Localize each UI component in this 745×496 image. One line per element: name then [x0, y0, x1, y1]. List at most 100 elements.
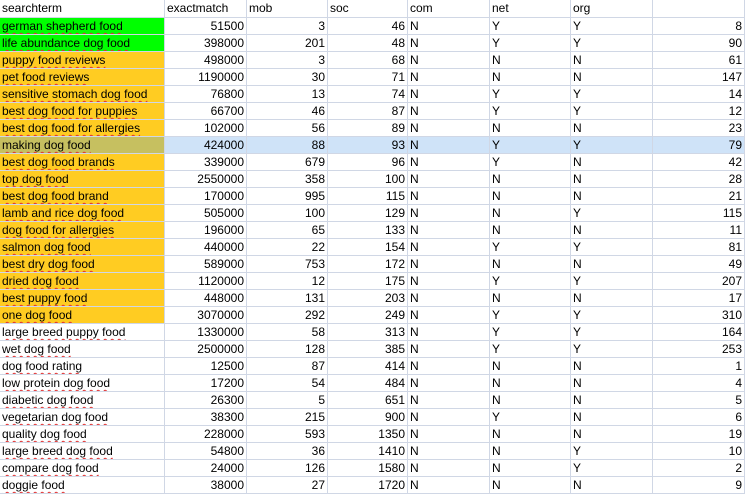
- net-cell[interactable]: N: [490, 477, 571, 494]
- exactmatch-cell[interactable]: 76800: [165, 86, 247, 103]
- exactmatch-cell[interactable]: 1190000: [165, 69, 247, 86]
- mob-cell[interactable]: 22: [247, 239, 328, 256]
- value-cell[interactable]: 42: [653, 154, 745, 171]
- com-cell[interactable]: N: [408, 35, 490, 52]
- searchterm-cell[interactable]: dog food for allergies: [0, 222, 165, 239]
- com-cell[interactable]: N: [408, 409, 490, 426]
- mob-cell[interactable]: 593: [247, 426, 328, 443]
- mob-cell[interactable]: 100: [247, 205, 328, 222]
- net-cell[interactable]: Y: [490, 341, 571, 358]
- mob-cell[interactable]: 679: [247, 154, 328, 171]
- org-cell[interactable]: Y: [571, 205, 653, 222]
- table-row[interactable]: pet food reviews 1190000 30 71 N N N 147: [0, 69, 745, 86]
- com-cell[interactable]: N: [408, 205, 490, 222]
- mob-cell[interactable]: 5: [247, 392, 328, 409]
- mob-cell[interactable]: 36: [247, 443, 328, 460]
- com-cell[interactable]: N: [408, 103, 490, 120]
- net-cell[interactable]: N: [490, 205, 571, 222]
- soc-cell[interactable]: 115: [328, 188, 408, 205]
- com-cell[interactable]: N: [408, 477, 490, 494]
- table-row[interactable]: salmon dog food 440000 22 154 N Y Y 81: [0, 239, 745, 256]
- net-cell[interactable]: N: [490, 443, 571, 460]
- soc-cell[interactable]: 1410: [328, 443, 408, 460]
- net-cell[interactable]: N: [490, 375, 571, 392]
- soc-cell[interactable]: 89: [328, 120, 408, 137]
- column-header-exactmatch[interactable]: exactmatch: [165, 0, 247, 18]
- searchterm-cell[interactable]: pet food reviews: [0, 69, 165, 86]
- table-row[interactable]: compare dog food 24000 126 1580 N N Y 2: [0, 460, 745, 477]
- table-row[interactable]: dried dog food 1120000 12 175 N Y Y 207: [0, 273, 745, 290]
- soc-cell[interactable]: 385: [328, 341, 408, 358]
- table-row[interactable]: low protein dog food 17200 54 484 N N N 4: [0, 375, 745, 392]
- soc-cell[interactable]: 175: [328, 273, 408, 290]
- table-row[interactable]: sensitive stomach dog food 76800 13 74 N Y Y 14: [0, 86, 745, 103]
- value-cell[interactable]: 147: [653, 69, 745, 86]
- value-cell[interactable]: 207: [653, 273, 745, 290]
- com-cell[interactable]: N: [408, 52, 490, 69]
- exactmatch-cell[interactable]: 448000: [165, 290, 247, 307]
- value-cell[interactable]: 23: [653, 120, 745, 137]
- mob-cell[interactable]: 27: [247, 477, 328, 494]
- value-cell[interactable]: 28: [653, 171, 745, 188]
- table-row[interactable]: german shepherd food 51500 3 46 N Y Y 8: [0, 18, 745, 35]
- mob-cell[interactable]: 46: [247, 103, 328, 120]
- searchterm-cell[interactable]: making dog food: [0, 137, 165, 154]
- net-cell[interactable]: Y: [490, 324, 571, 341]
- net-cell[interactable]: N: [490, 392, 571, 409]
- searchterm-cell[interactable]: sensitive stomach dog food: [0, 86, 165, 103]
- com-cell[interactable]: N: [408, 171, 490, 188]
- com-cell[interactable]: N: [408, 460, 490, 477]
- exactmatch-cell[interactable]: 38300: [165, 409, 247, 426]
- net-cell[interactable]: Y: [490, 86, 571, 103]
- searchterm-cell[interactable]: best dog food brands: [0, 154, 165, 171]
- soc-cell[interactable]: 249: [328, 307, 408, 324]
- com-cell[interactable]: N: [408, 426, 490, 443]
- searchterm-cell[interactable]: vegetarian dog food: [0, 409, 165, 426]
- value-cell[interactable]: 8: [653, 18, 745, 35]
- mob-cell[interactable]: 58: [247, 324, 328, 341]
- com-cell[interactable]: N: [408, 392, 490, 409]
- value-cell[interactable]: 61: [653, 52, 745, 69]
- exactmatch-cell[interactable]: 2500000: [165, 341, 247, 358]
- soc-cell[interactable]: 68: [328, 52, 408, 69]
- searchterm-cell[interactable]: doggie food: [0, 477, 165, 494]
- org-cell[interactable]: Y: [571, 137, 653, 154]
- value-cell[interactable]: 164: [653, 324, 745, 341]
- column-header-mob[interactable]: mob: [247, 0, 328, 18]
- mob-cell[interactable]: 3: [247, 18, 328, 35]
- value-cell[interactable]: 6: [653, 409, 745, 426]
- mob-cell[interactable]: 30: [247, 69, 328, 86]
- com-cell[interactable]: N: [408, 18, 490, 35]
- table-row[interactable]: best dog food for allergies 102000 56 89 N N N…: [0, 120, 745, 137]
- exactmatch-cell[interactable]: 26300: [165, 392, 247, 409]
- mob-cell[interactable]: 56: [247, 120, 328, 137]
- org-cell[interactable]: Y: [571, 341, 653, 358]
- com-cell[interactable]: N: [408, 358, 490, 375]
- net-cell[interactable]: N: [490, 256, 571, 273]
- searchterm-cell[interactable]: best dog food for puppies: [0, 103, 165, 120]
- searchterm-cell[interactable]: best dog food for allergies: [0, 120, 165, 137]
- searchterm-cell[interactable]: one dog food: [0, 307, 165, 324]
- org-cell[interactable]: Y: [571, 103, 653, 120]
- org-cell[interactable]: Y: [571, 273, 653, 290]
- net-cell[interactable]: N: [490, 52, 571, 69]
- net-cell[interactable]: N: [490, 426, 571, 443]
- soc-cell[interactable]: 651: [328, 392, 408, 409]
- value-cell[interactable]: 9: [653, 477, 745, 494]
- value-cell[interactable]: 115: [653, 205, 745, 222]
- org-cell[interactable]: N: [571, 392, 653, 409]
- net-cell[interactable]: N: [490, 460, 571, 477]
- org-cell[interactable]: Y: [571, 307, 653, 324]
- searchterm-cell[interactable]: dried dog food: [0, 273, 165, 290]
- table-row[interactable]: best dog food for puppies 66700 46 87 N Y Y 12: [0, 103, 745, 120]
- mob-cell[interactable]: 292: [247, 307, 328, 324]
- soc-cell[interactable]: 1580: [328, 460, 408, 477]
- net-cell[interactable]: Y: [490, 18, 571, 35]
- searchterm-cell[interactable]: life abundance dog food: [0, 35, 165, 52]
- org-cell[interactable]: Y: [571, 35, 653, 52]
- soc-cell[interactable]: 48: [328, 35, 408, 52]
- searchterm-cell[interactable]: quality dog food: [0, 426, 165, 443]
- org-cell[interactable]: Y: [571, 443, 653, 460]
- value-cell[interactable]: 310: [653, 307, 745, 324]
- com-cell[interactable]: N: [408, 154, 490, 171]
